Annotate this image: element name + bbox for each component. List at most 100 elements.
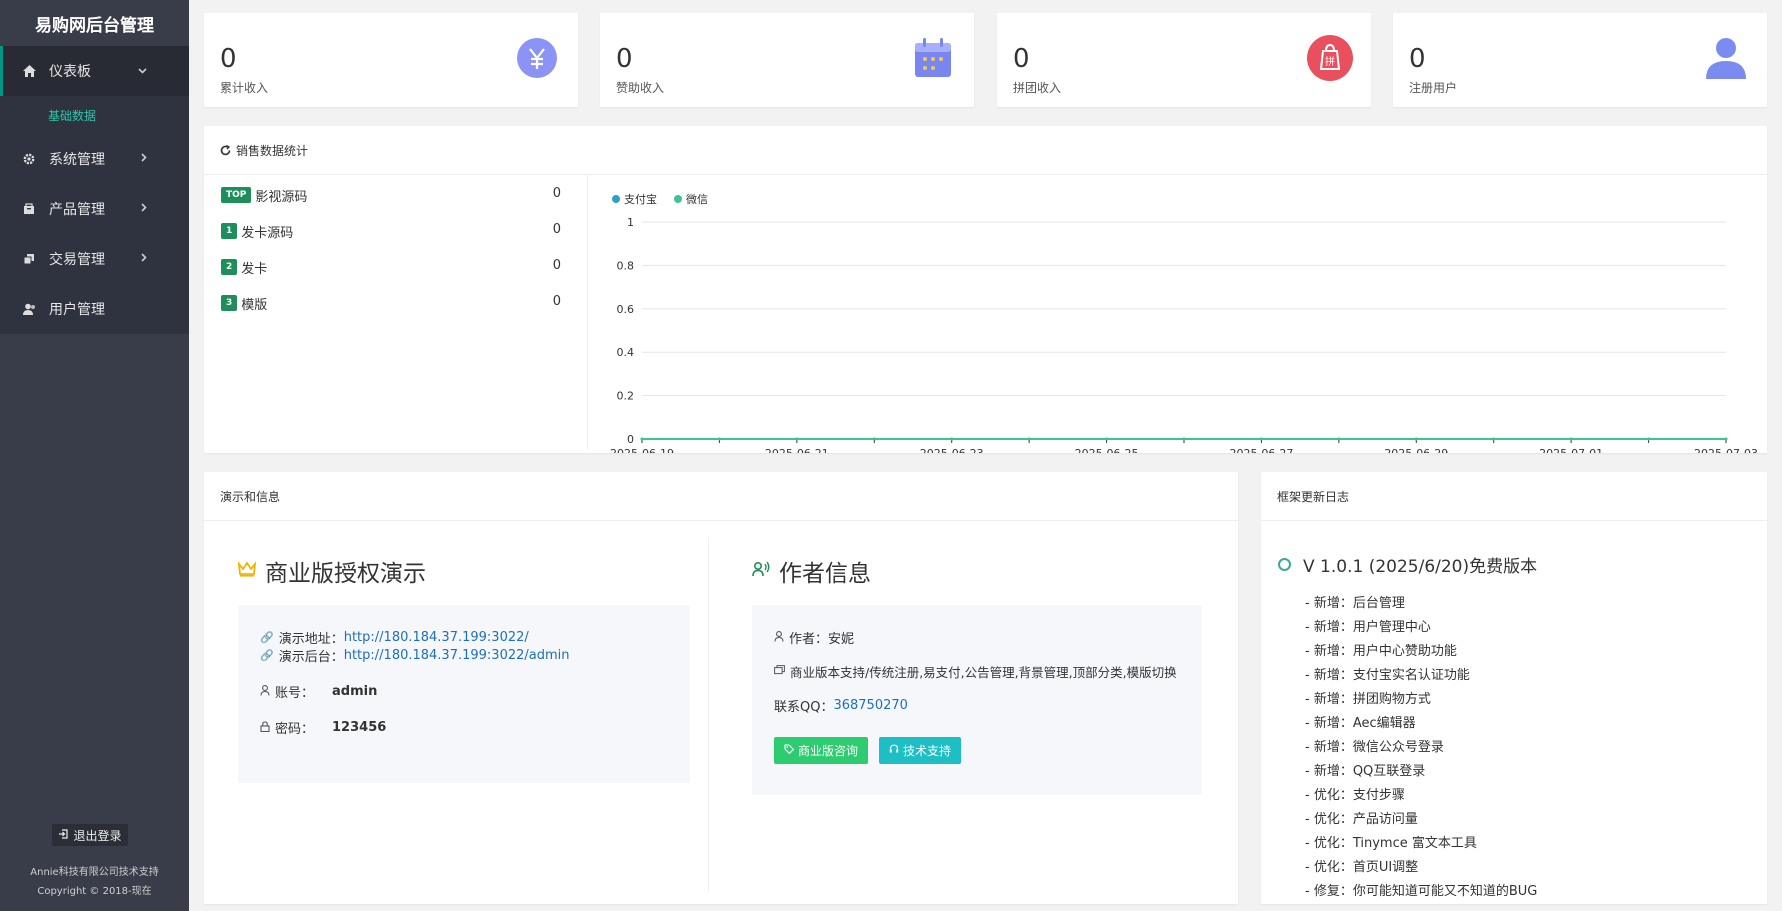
changelog-panel-header: 框架更新日志 (1261, 472, 1767, 521)
sidebar-item-dashboard[interactable]: 仪表板 (0, 46, 189, 96)
x-tick-label: 2025-06-29 (1384, 447, 1448, 453)
series-point (795, 437, 799, 441)
series-point (1027, 437, 1031, 441)
tech-support-button[interactable]: 技术支持 (879, 737, 961, 764)
features-text: 商业版本支持/传统注册,易支付,公告管理,背景管理,顶部分类,模版切换 (790, 665, 1177, 680)
demo-divider (708, 537, 709, 892)
rank-value: 0 (552, 258, 561, 273)
sidebar-item-label: 用户管理 (49, 302, 105, 318)
home-icon (22, 64, 36, 78)
rank-badge: 1 (221, 223, 238, 239)
author-info-heading: 作者信息 (752, 554, 871, 588)
series-point (1647, 437, 1651, 441)
series-point (1105, 437, 1109, 441)
headset-icon (889, 744, 899, 757)
rank-name: 发卡源码 (241, 225, 294, 241)
refresh-icon[interactable] (220, 144, 231, 156)
qq-line: 联系QQ： 368750270 (774, 696, 908, 715)
x-tick-label: 2025-07-01 (1539, 447, 1603, 453)
series-point (1182, 437, 1186, 441)
sidebar-item-trade[interactable]: 交易管理 (0, 234, 189, 284)
qq-label: 联系QQ： (774, 700, 834, 715)
changelog-version: V 1.0.1 (2025/6/20)免费版本 (1278, 552, 1537, 577)
demo-url-label: 演示地址： (278, 632, 344, 647)
sidebar-item-system[interactable]: 系统管理 (0, 134, 189, 184)
sidebar-nav: 仪表板 基础数据 系统管理 产品管理 交易管理 用户管理 (0, 46, 189, 334)
changelog-item: - 新增：Aec编辑器 (1305, 716, 1416, 731)
series-point (1337, 437, 1341, 441)
series-point (950, 437, 954, 441)
ranking-row: 3 模版 0 (221, 294, 561, 313)
bag-icon: 拼 (1307, 35, 1353, 81)
demo-panel: 演示和信息 商业版授权演示 🔗 演示地址： http://180.184.37.… (204, 472, 1238, 904)
sidebar: 易购网后台管理 仪表板 基础数据 系统管理 产品管理 交易管理 用户管理 退出登… (0, 0, 189, 911)
legend-label: 微信 (686, 192, 708, 206)
y-tick-label: 0.8 (617, 259, 635, 272)
demo-url-link[interactable]: http://180.184.37.199:3022/ (344, 630, 529, 645)
sidebar-item-label: 产品管理 (49, 202, 105, 218)
chevron-down-icon (138, 66, 147, 77)
password-label: 密码： (275, 722, 315, 737)
sales-line-chart: 0 0.2 0.4 0.6 0.8 1 2025-06-19 2025-06-21 2025-0… (610, 192, 1758, 453)
sales-panel-title: 销售数据统计 (236, 143, 309, 158)
author-label: 作者： (789, 632, 829, 647)
stat-value: 0 (616, 44, 633, 74)
changelog-item: - 新增：微信公众号登录 (1305, 740, 1444, 755)
sidebar-item-label: 交易管理 (49, 252, 105, 268)
series-point (717, 437, 721, 441)
admin-url-label: 演示后台： (278, 650, 344, 665)
y-tick-label: 0.4 (617, 346, 635, 359)
changelog-item: - 新增：拼团购物方式 (1305, 692, 1431, 707)
author-icon (752, 561, 770, 582)
y-tick-label: 0 (627, 433, 634, 446)
commercial-consult-button[interactable]: 商业版咨询 (774, 737, 868, 764)
footer-company: Annie科技有限公司技术支持 (30, 867, 159, 878)
sidebar-item-product[interactable]: 产品管理 (0, 184, 189, 234)
account-label: 账号： (275, 686, 315, 701)
changelog-item: - 新增：QQ互联登录 (1305, 764, 1426, 779)
svg-text:拼: 拼 (1325, 55, 1335, 68)
changelog-item: - 优化：产品访问量 (1305, 812, 1418, 827)
rank-value: 0 (552, 294, 561, 309)
rank-badge: TOP (221, 187, 252, 203)
stat-value: 0 (220, 44, 237, 74)
calendar-icon (910, 35, 956, 81)
commercial-demo-title: 商业版授权演示 (265, 561, 426, 587)
qq-link[interactable]: 368750270 (833, 698, 907, 713)
password-value: 123456 (332, 720, 387, 735)
admin-url-link[interactable]: http://180.184.37.199:3022/admin (344, 648, 570, 663)
author-value: 安妮 (828, 632, 855, 647)
user-icon (22, 302, 36, 316)
sidebar-subitem-basic-data[interactable]: 基础数据 (0, 96, 189, 134)
commercial-demo-heading: 商业版授权演示 (237, 554, 426, 588)
y-tick-label: 0.2 (617, 390, 635, 403)
sidebar-item-users[interactable]: 用户管理 (0, 284, 189, 334)
message-icon (774, 665, 785, 678)
stat-label: 累计收入 (220, 81, 269, 95)
demo-url-line: 🔗 演示地址： http://180.184.37.199:3022/ (260, 628, 529, 647)
version-label: V 1.0.1 (2025/6/20)免费版本 (1303, 557, 1538, 577)
logout-label: 退出登录 (73, 828, 122, 843)
logout-button[interactable]: 退出登录 (52, 824, 128, 846)
admin-url-line: 🔗 演示后台： http://180.184.37.199:3022/admin (260, 646, 570, 665)
stat-card-registered-users: 0 注册用户 (1393, 13, 1767, 107)
changelog-item: - 优化：支付步骤 (1305, 788, 1405, 803)
changelog-item: - 修复：你可能知道可能又不知道的BUG (1305, 884, 1538, 899)
legend-label: 支付宝 (624, 192, 657, 206)
rank-name: 发卡 (241, 261, 268, 277)
changelog-item: - 新增：用户管理中心 (1305, 620, 1431, 635)
stat-card-group-income: 0 拼团收入 拼 (997, 13, 1371, 107)
legend-marker (674, 195, 682, 203)
author-line: 作者： 安妮 (774, 628, 854, 647)
rank-badge: 3 (221, 295, 238, 311)
tech-support-label: 技术支持 (902, 744, 951, 758)
changelog-item: - 优化：Tinymce 富文本工具 (1305, 836, 1477, 851)
rank-badge: 2 (221, 259, 238, 275)
logout-icon (58, 828, 69, 842)
y-tick-label: 0.6 (617, 303, 635, 316)
chevron-right-icon (141, 253, 147, 265)
account-line: 账号： admin (260, 682, 377, 701)
features-line: 商业版本支持/传统注册,易支付,公告管理,背景管理,顶部分类,模版切换 (774, 662, 1177, 681)
demo-panel-header: 演示和信息 (204, 472, 1238, 521)
series-point (1259, 437, 1263, 441)
